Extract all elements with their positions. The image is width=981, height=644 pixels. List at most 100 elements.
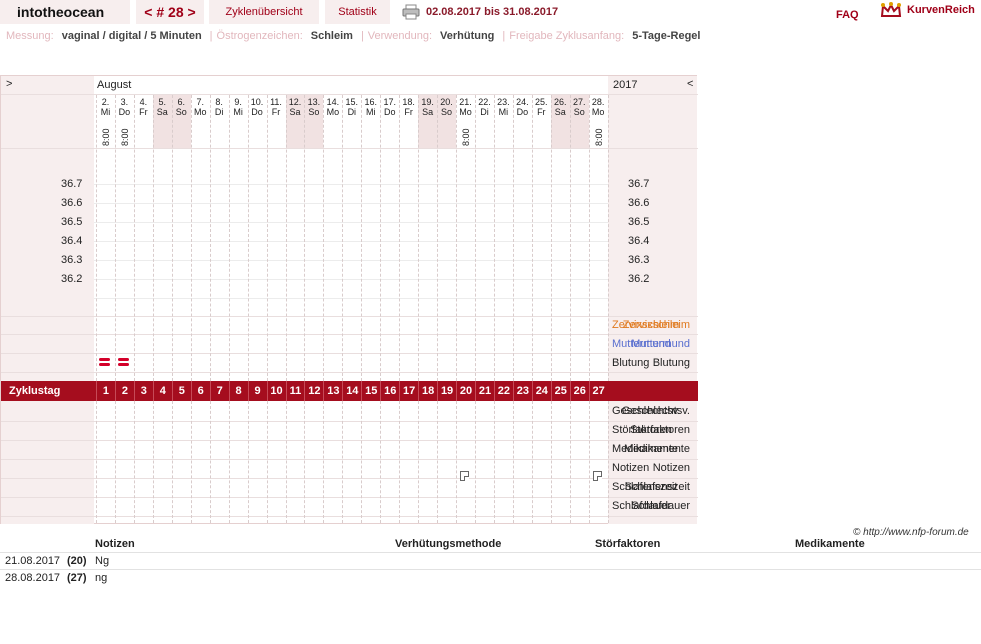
- cycle-day-number[interactable]: 11: [285, 381, 305, 401]
- day-weekday: Di: [347, 107, 357, 117]
- cycle-day-number[interactable]: 18: [418, 381, 437, 401]
- cycle-day-number[interactable]: 15: [361, 381, 380, 401]
- day-column-line: [475, 401, 476, 523]
- bleeding-marker[interactable]: [117, 358, 129, 361]
- faq-link[interactable]: FAQ: [836, 3, 859, 27]
- usage-value: Verhütung: [440, 30, 495, 42]
- day-date: 3.: [120, 97, 129, 107]
- copyright: © http://www.nfp-forum.de: [853, 527, 969, 538]
- temp-label-left: 36.5: [61, 216, 83, 228]
- cycle-day-number[interactable]: 26: [569, 381, 589, 401]
- cycle-day-number[interactable]: 8: [228, 381, 248, 401]
- day-column-line: [247, 401, 249, 523]
- cycle-day-number[interactable]: 24: [531, 381, 551, 401]
- day-column-line: [531, 95, 533, 381]
- tab-statistics[interactable]: Statistik: [325, 0, 390, 24]
- day-column-line: [171, 95, 173, 381]
- note-icon[interactable]: [460, 471, 470, 481]
- cycle-day-number[interactable]: 16: [380, 381, 399, 401]
- cycle-day-number[interactable]: 23: [512, 381, 532, 401]
- cycle-day-label: Zyklustag: [9, 385, 61, 397]
- day-weekday: Mo: [326, 107, 340, 117]
- day-column-line: [456, 95, 458, 381]
- note-icon[interactable]: [592, 471, 602, 481]
- day-column-line: [190, 401, 192, 523]
- day-date: 27.: [572, 97, 586, 107]
- day-weekday: Fr: [537, 107, 546, 117]
- cycle-day-number[interactable]: 25: [550, 381, 570, 401]
- day-column-line: [190, 95, 192, 381]
- cycle-day-number[interactable]: 21: [475, 381, 494, 401]
- estrogen-value: Schleim: [310, 30, 353, 42]
- bleeding-marker[interactable]: [117, 363, 129, 366]
- day-column-line: [228, 95, 230, 381]
- measure-time: 8:00: [593, 128, 604, 146]
- day-date: 8.: [215, 97, 223, 107]
- day-column-line: [285, 95, 287, 381]
- cycle-day-number[interactable]: 9: [247, 381, 267, 401]
- cycle-day-number[interactable]: 1: [96, 381, 115, 401]
- medication-label-right: Medikamente: [612, 443, 679, 455]
- printer-icon[interactable]: [402, 4, 420, 20]
- cycle-day-number[interactable]: 17: [399, 381, 418, 401]
- day-date: 6.: [177, 97, 186, 107]
- left-panel: [1, 76, 94, 381]
- cycle-day-number[interactable]: 7: [209, 381, 229, 401]
- day-column-line: [493, 401, 495, 523]
- disruptions-header: Störfaktoren: [595, 538, 661, 550]
- day-date: 21.: [459, 97, 472, 107]
- cycle-day-number[interactable]: 14: [342, 381, 361, 401]
- day-date: 5.: [158, 97, 167, 107]
- note-cycle-day: (27): [67, 572, 87, 584]
- cycle-day-number[interactable]: 22: [493, 381, 513, 401]
- table-row: 21.08.2017 (20) Ng: [0, 552, 981, 569]
- temp-label-right: 36.4: [628, 235, 650, 247]
- cycle-day-number[interactable]: 6: [190, 381, 210, 401]
- grid-line: [1, 94, 698, 95]
- usage-label: Verwendung:: [367, 30, 433, 42]
- cycle-day-number[interactable]: 27: [588, 381, 608, 401]
- logo-text[interactable]: KurvenReich: [907, 4, 975, 16]
- temp-label-left: 36.2: [61, 273, 83, 285]
- day-column-line: [607, 401, 609, 523]
- cycle-day-number[interactable]: 12: [304, 381, 323, 401]
- notes-label-right: Notizen: [612, 462, 650, 474]
- next-cycle-button[interactable]: >: [188, 4, 196, 20]
- day-column-line: [569, 95, 571, 381]
- day-column-line: [96, 401, 97, 523]
- bleeding-marker[interactable]: [99, 363, 110, 366]
- cycle-day-number[interactable]: 13: [323, 381, 342, 401]
- day-column-line: [171, 401, 173, 523]
- day-date: 2.: [101, 97, 110, 107]
- cycle-day-number[interactable]: 20: [456, 381, 475, 401]
- day-weekday: Do: [251, 107, 263, 117]
- day-column-line: [247, 95, 249, 381]
- separator: |: [360, 30, 364, 42]
- cycle-day-number[interactable]: 10: [266, 381, 286, 401]
- day-column-line: [266, 95, 268, 381]
- chart-nav-right-button[interactable]: <: [687, 78, 693, 90]
- cycle-day-number[interactable]: 3: [133, 381, 153, 401]
- day-column-line: [512, 95, 514, 381]
- day-column-line: [588, 95, 590, 381]
- measure-label: Messung:: [6, 30, 54, 42]
- cycle-chart: > August 2017 < 2. Mi 8:00 3. Do 8:00 4. Fr 5. Sa…: [0, 75, 698, 524]
- day-column-line: [114, 401, 116, 523]
- day-weekday: Mi: [366, 107, 376, 117]
- temp-label-left: 36.7: [61, 178, 83, 190]
- grid-line: [1, 421, 698, 422]
- day-column-line: [342, 401, 344, 523]
- prev-cycle-button[interactable]: <: [144, 4, 152, 20]
- cycle-day-number[interactable]: 2: [114, 381, 134, 401]
- cycle-day-number[interactable]: 19: [437, 381, 456, 401]
- cycle-navigator: < # 28 >: [136, 0, 204, 24]
- tab-cycle-overview[interactable]: Zyklenübersicht: [209, 0, 319, 24]
- day-column-line: [418, 95, 420, 381]
- crown-logo-icon[interactable]: [880, 2, 902, 20]
- cycle-day-number[interactable]: 5: [171, 381, 191, 401]
- day-column-line: [380, 95, 382, 381]
- cycle-day-number[interactable]: 4: [152, 381, 172, 401]
- brand-name[interactable]: intotheocean: [0, 0, 130, 24]
- bleeding-marker[interactable]: [99, 358, 110, 361]
- chart-nav-left-button[interactable]: >: [6, 78, 12, 90]
